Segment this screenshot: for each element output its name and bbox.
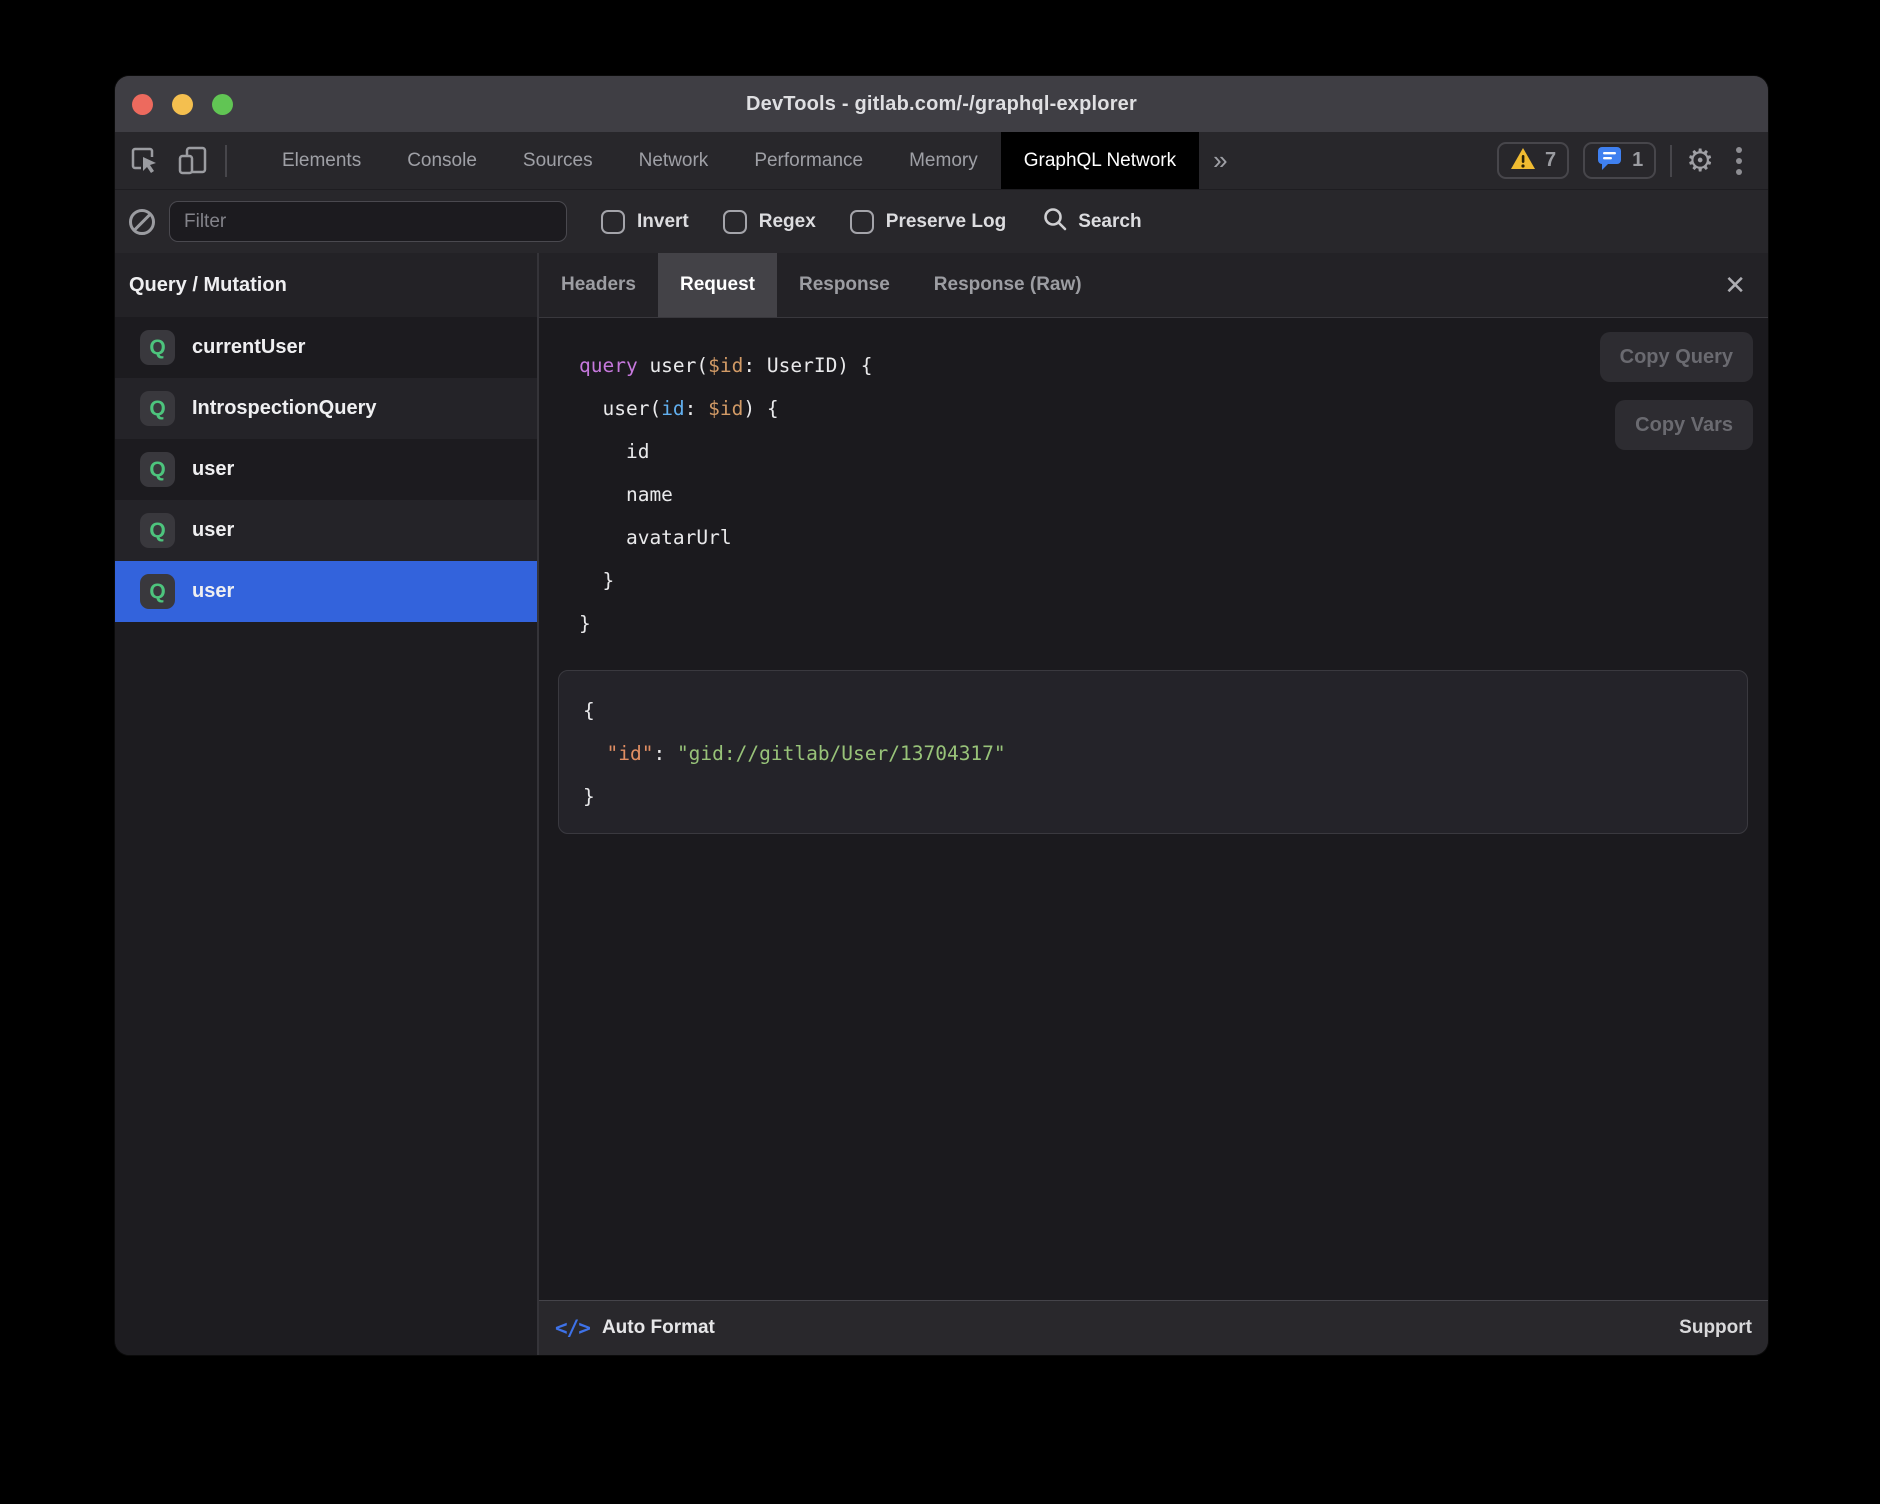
tab-elements[interactable]: Elements <box>259 132 384 189</box>
devtools-window: DevTools - gitlab.com/-/graphql-explorer… <box>115 76 1768 1355</box>
minimize-window-button[interactable] <box>172 94 193 115</box>
graphql-query-code: query user($id: UserID) { user(id: $id) … <box>579 344 873 645</box>
tab-response[interactable]: Response <box>777 253 912 317</box>
auto-format-button[interactable]: </> Auto Format <box>555 1316 715 1340</box>
more-tabs-button[interactable]: » <box>1199 132 1241 189</box>
filter-input[interactable] <box>169 201 567 242</box>
query-type-icon: Q <box>140 452 175 487</box>
toolbar-divider <box>225 145 227 177</box>
request-detail-panel: Headers Request Response Response (Raw) … <box>537 253 1768 1355</box>
checkbox-icon <box>601 210 625 234</box>
inspect-element-icon[interactable] <box>129 145 160 176</box>
list-item-introspectionquery[interactable]: Q IntrospectionQuery <box>115 378 537 439</box>
tab-graphql-network[interactable]: GraphQL Network <box>1001 132 1199 189</box>
tab-response-raw[interactable]: Response (Raw) <box>912 253 1104 317</box>
traffic-lights <box>132 76 233 132</box>
invert-checkbox[interactable]: Invert <box>601 210 689 234</box>
close-window-button[interactable] <box>132 94 153 115</box>
query-type-icon: Q <box>140 330 175 365</box>
devtools-toolbar: Elements Console Sources Network Perform… <box>115 132 1768 189</box>
toolbar-right-divider <box>1670 145 1672 177</box>
chat-bubble-icon <box>1596 145 1623 176</box>
code-brackets-icon: </> <box>555 1316 590 1340</box>
filter-bar: Invert Regex Preserve Log Search <box>115 189 1768 253</box>
detail-footer: </> Auto Format Support <box>539 1300 1768 1355</box>
checkbox-icon <box>723 210 747 234</box>
list-item-currentuser[interactable]: Q currentUser <box>115 317 537 378</box>
query-variables-box: { "id": "gid://gitlab/User/13704317"} <box>558 670 1748 834</box>
query-list-header: Query / Mutation <box>115 253 537 317</box>
clear-icon[interactable] <box>129 209 155 235</box>
copy-vars-button[interactable]: Copy Vars <box>1615 400 1753 450</box>
query-type-icon: Q <box>140 574 175 609</box>
more-options-icon[interactable] <box>1728 147 1750 175</box>
support-link[interactable]: Support <box>1679 1317 1752 1339</box>
preserve-log-checkbox[interactable]: Preserve Log <box>850 210 1006 234</box>
tab-memory[interactable]: Memory <box>886 132 1001 189</box>
list-item-user-3[interactable]: Q user <box>115 561 537 622</box>
close-icon: ✕ <box>1724 270 1746 301</box>
query-type-icon: Q <box>140 513 175 548</box>
window-title: DevTools - gitlab.com/-/graphql-explorer <box>746 93 1137 116</box>
copy-query-button[interactable]: Copy Query <box>1600 332 1753 382</box>
settings-gear-icon[interactable]: ⚙ <box>1686 145 1714 176</box>
list-item-user-1[interactable]: Q user <box>115 439 537 500</box>
tab-headers[interactable]: Headers <box>539 253 658 317</box>
detail-tab-bar: Headers Request Response Response (Raw) … <box>539 253 1768 317</box>
warning-triangle-icon <box>1510 147 1536 175</box>
regex-checkbox[interactable]: Regex <box>723 210 816 234</box>
list-item-user-2[interactable]: Q user <box>115 500 537 561</box>
zoom-window-button[interactable] <box>212 94 233 115</box>
warnings-badge[interactable]: 7 <box>1497 142 1569 179</box>
device-toolbar-icon[interactable] <box>176 145 209 176</box>
message-count: 1 <box>1632 149 1643 172</box>
warning-count: 7 <box>1545 149 1556 172</box>
close-panel-button[interactable]: ✕ <box>1716 253 1754 317</box>
query-variables-code: { "id": "gid://gitlab/User/13704317"} <box>583 689 1723 818</box>
checkbox-icon <box>850 210 874 234</box>
panel-tabs: Elements Console Sources Network Perform… <box>259 132 1199 189</box>
tab-console[interactable]: Console <box>384 132 500 189</box>
request-body: query user($id: UserID) { user(id: $id) … <box>539 317 1768 1300</box>
search-icon <box>1042 206 1068 237</box>
query-type-icon: Q <box>140 391 175 426</box>
tab-request[interactable]: Request <box>658 253 777 317</box>
query-list-panel: Query / Mutation Q currentUser Q Introsp… <box>115 253 537 1355</box>
tab-performance[interactable]: Performance <box>731 132 886 189</box>
title-bar: DevTools - gitlab.com/-/graphql-explorer <box>115 76 1768 132</box>
messages-badge[interactable]: 1 <box>1583 142 1656 179</box>
tab-sources[interactable]: Sources <box>500 132 616 189</box>
chevron-double-right-icon: » <box>1213 145 1227 176</box>
tab-network[interactable]: Network <box>616 132 732 189</box>
search-button[interactable]: Search <box>1042 206 1141 237</box>
